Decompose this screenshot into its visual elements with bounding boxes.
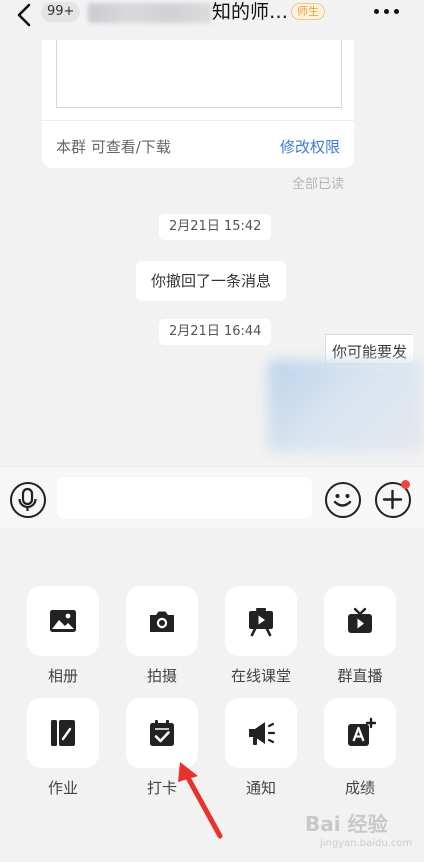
smiley-icon xyxy=(333,494,352,507)
group-live-icon xyxy=(348,607,372,633)
tool-label: 在线课堂 xyxy=(230,667,291,685)
file-message-card[interactable]: 本群 可查看/下载 修改权限 xyxy=(42,40,354,168)
annotation-arrow-icon xyxy=(178,762,223,839)
notification-dot xyxy=(401,480,410,489)
photo-album-icon xyxy=(50,610,76,632)
input-bar xyxy=(0,466,424,528)
tool-label: 成绩 xyxy=(344,779,375,797)
read-status[interactable]: 全部已读 xyxy=(292,173,344,192)
back-arrow-icon[interactable] xyxy=(12,2,38,28)
divider xyxy=(42,120,354,121)
tool-label: 通知 xyxy=(245,779,276,797)
system-message: 你撤回了一条消息 xyxy=(136,261,286,301)
timestamp: 2月21日 15:42 xyxy=(159,214,272,240)
tool-announcement[interactable]: 通知 xyxy=(225,698,297,798)
voice-input-button[interactable] xyxy=(10,482,46,518)
tool-homework[interactable]: 作业 xyxy=(27,698,99,798)
tool-label: 作业 xyxy=(47,779,78,797)
tool-label: 群直播 xyxy=(337,667,383,685)
timestamp: 2月21日 16:44 xyxy=(159,319,272,345)
unread-count-badge[interactable]: 99+ xyxy=(41,2,81,22)
role-badge: 师生 xyxy=(291,3,325,20)
check-in-icon xyxy=(150,720,174,746)
edit-permission-link[interactable]: 修改权限 xyxy=(280,136,340,157)
emoji-button[interactable] xyxy=(325,482,361,518)
grades-icon xyxy=(348,717,376,746)
more-options-icon[interactable] xyxy=(372,9,402,15)
tool-grades[interactable]: 成绩 xyxy=(324,698,396,798)
watermark-logo: Bai 经验 xyxy=(305,812,388,836)
watermark-subtext: jingyan.baidu.com xyxy=(320,838,413,849)
blurred-image-message[interactable] xyxy=(268,360,424,452)
homework-icon xyxy=(51,720,75,746)
message-input[interactable] xyxy=(57,477,312,519)
announcement-icon xyxy=(249,722,276,745)
tool-photo-album[interactable]: 相册 xyxy=(27,586,99,686)
tool-group-live[interactable]: 群直播 xyxy=(324,586,396,686)
file-permission-text: 本群 可查看/下载 xyxy=(56,138,171,156)
microphone-icon xyxy=(18,487,37,511)
file-preview[interactable] xyxy=(56,40,342,108)
blurred-group-name xyxy=(88,3,212,23)
camera-icon xyxy=(150,611,174,632)
tool-online-class[interactable]: 在线课堂 xyxy=(225,586,297,686)
tool-label: 拍摄 xyxy=(146,667,177,685)
chat-header: 99+ 知的师… 师生 xyxy=(0,0,424,40)
online-class-icon xyxy=(249,608,273,637)
tool-camera[interactable]: 拍摄 xyxy=(126,586,198,686)
tool-label: 相册 xyxy=(47,667,78,685)
chat-title[interactable]: 知的师… xyxy=(212,0,288,24)
